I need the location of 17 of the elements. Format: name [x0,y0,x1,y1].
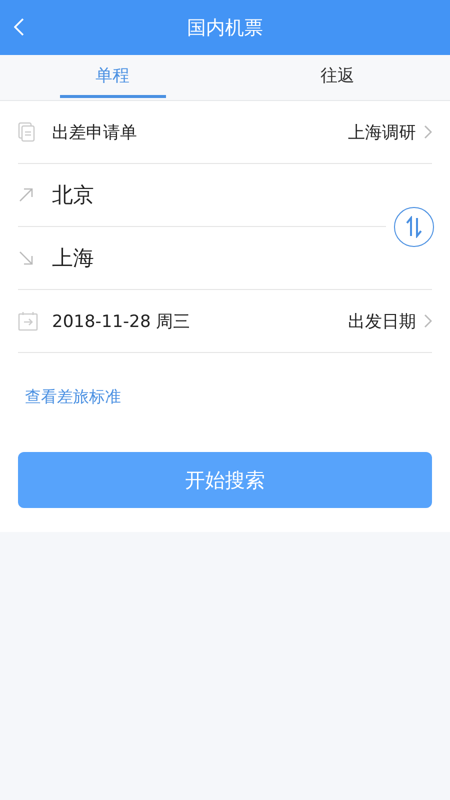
arrow-up-right-icon [18,187,34,203]
swap-button[interactable] [394,207,434,247]
departure-date-selector[interactable]: 出发日期 [348,310,432,332]
page-title: 国内机票 [187,16,263,40]
arrival-city[interactable]: 上海 [52,244,94,272]
departure-date: 2018-11-28 周三 [52,310,190,332]
chevron-right-icon [424,314,432,328]
chevron-right-icon [424,125,432,139]
calendar-icon [18,311,38,331]
arrow-down-right-icon [18,250,34,266]
back-icon [14,18,24,36]
document-icon [18,122,36,142]
trip-type-tab[interactable]: 往返 [225,55,450,100]
trip-request-label: 出差申请单 [52,122,137,144]
trip-request-selector[interactable]: 上海调研 [348,120,432,144]
swap-icon [406,216,422,238]
departure-city[interactable]: 北京 [52,181,94,209]
